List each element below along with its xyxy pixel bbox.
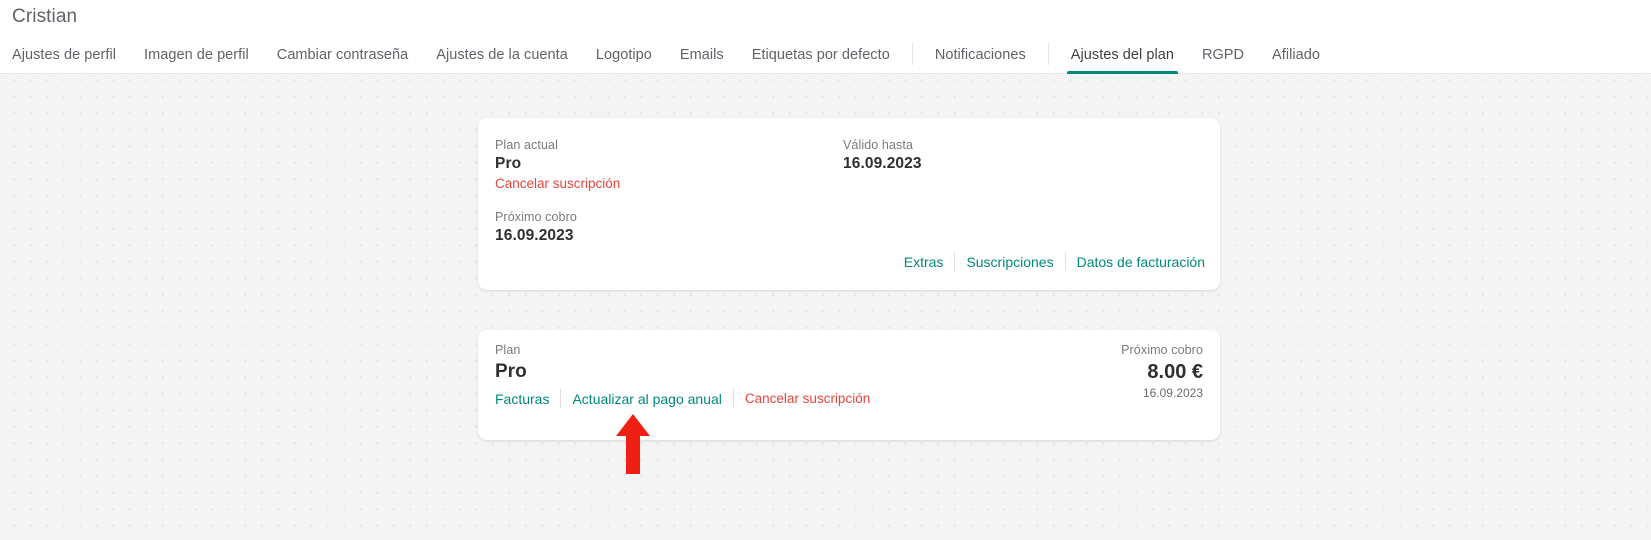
next-charge-label: Próximo cobro [495, 210, 577, 224]
tab-emails[interactable]: Emails [666, 36, 738, 74]
subscription-next-charge-label: Próximo cobro [1121, 343, 1203, 357]
subscriptions-link[interactable]: Suscripciones [955, 254, 1064, 270]
next-charge-value: 16.09.2023 [495, 227, 574, 244]
tab-label: Emails [679, 47, 724, 63]
current-plan-card: Plan actual Pro Cancelar suscripción Pró… [478, 118, 1220, 290]
subscription-actions: Facturas Actualizar al pago anual Cancel… [495, 389, 881, 408]
upgrade-to-annual-link[interactable]: Actualizar al pago anual [561, 391, 732, 407]
subscription-plan-value: Pro [495, 361, 527, 382]
tab-afiliado[interactable]: Afiliado [1258, 36, 1334, 74]
tab-label: Ajustes de la cuenta [436, 47, 568, 63]
billing-data-link[interactable]: Datos de facturación [1066, 254, 1205, 270]
page-header: Cristian Ajustes de perfil Imagen de per… [0, 0, 1651, 74]
current-plan-right-column: Válido hasta 16.09.2023 [843, 137, 922, 174]
current-plan-actions: Extras Suscripciones Datos de facturació… [893, 252, 1205, 271]
tab-ajustes-de-perfil[interactable]: Ajustes de perfil [0, 36, 130, 74]
subscription-plan-label: Plan [495, 343, 521, 357]
current-plan-value: Pro [495, 155, 522, 172]
current-plan-left-column: Plan actual Pro Cancelar suscripción Pró… [495, 137, 620, 246]
tab-etiquetas-por-defecto[interactable]: Etiquetas por defecto [738, 36, 904, 74]
extras-link[interactable]: Extras [893, 254, 955, 270]
tab-label: Logotipo [595, 47, 652, 63]
tab-label: RGPD [1201, 47, 1245, 63]
settings-tab-bar: Ajustes de perfil Imagen de perfil Cambi… [0, 36, 1334, 74]
subscription-left-column: Plan Pro Facturas Actualizar al pago anu… [495, 342, 881, 408]
cancel-subscription-link[interactable]: Cancelar suscripción [495, 176, 620, 191]
tab-label: Notificaciones [934, 47, 1026, 63]
tab-ajustes-del-plan[interactable]: Ajustes del plan [1057, 36, 1188, 74]
tab-imagen-de-perfil[interactable]: Imagen de perfil [130, 36, 263, 74]
tab-label: Ajustes de perfil [12, 47, 117, 63]
cancel-subscription-link[interactable]: Cancelar suscripción [734, 391, 881, 406]
subscription-next-charge-date: 16.09.2023 [1142, 386, 1203, 400]
tab-label: Cambiar contraseña [276, 47, 409, 63]
tab-notificaciones[interactable]: Notificaciones [921, 36, 1040, 74]
valid-until-value: 16.09.2023 [843, 155, 922, 172]
page-title: Cristian [12, 6, 78, 27]
tab-rgpd[interactable]: RGPD [1188, 36, 1258, 74]
tab-group-divider [911, 43, 913, 65]
tab-cambiar-contrasena[interactable]: Cambiar contraseña [263, 36, 422, 74]
current-plan-label: Plan actual [495, 138, 558, 152]
tab-label: Etiquetas por defecto [751, 47, 890, 63]
subscription-card: Plan Pro Facturas Actualizar al pago anu… [478, 330, 1220, 440]
tab-group-divider [1047, 43, 1049, 65]
tab-label: Afiliado [1272, 47, 1321, 63]
tab-ajustes-de-la-cuenta[interactable]: Ajustes de la cuenta [422, 36, 582, 74]
page-root: Cristian Ajustes de perfil Imagen de per… [0, 0, 1651, 540]
tab-label: Imagen de perfil [144, 47, 249, 63]
invoices-link[interactable]: Facturas [495, 391, 560, 407]
valid-until-label: Válido hasta [843, 138, 913, 152]
up-arrow-icon [616, 414, 650, 474]
current-plan-next-charge-block: Próximo cobro 16.09.2023 [495, 209, 620, 246]
tab-label: Ajustes del plan [1070, 47, 1174, 63]
subscription-amount: 8.00 € [1147, 361, 1203, 383]
subscription-right-column: Próximo cobro 8.00 € 16.09.2023 [1121, 342, 1203, 401]
tab-logotipo[interactable]: Logotipo [582, 36, 666, 74]
